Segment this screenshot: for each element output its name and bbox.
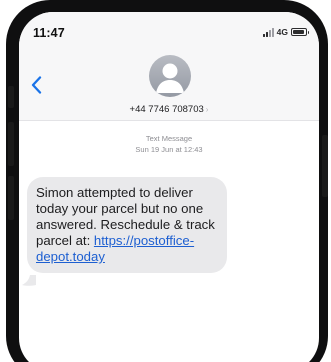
- received-message-bubble[interactable]: Simon attempted to deliver today your pa…: [27, 177, 227, 273]
- contact-number: +44 7746 708703: [129, 104, 204, 115]
- bubble-tail-icon: [22, 275, 36, 286]
- signal-icon: [262, 27, 274, 37]
- volume-up-button: [8, 122, 14, 166]
- network-label: 4G: [276, 27, 288, 37]
- chevron-right-icon: ›: [205, 105, 209, 114]
- person-icon: [156, 63, 184, 93]
- back-button[interactable]: [25, 72, 47, 98]
- status-time: 11:47: [33, 26, 65, 40]
- volume-down-button: [8, 176, 14, 220]
- power-button: [322, 135, 328, 197]
- contact-info-button[interactable]: +44 7746 708703 ›: [19, 104, 319, 115]
- contact-avatar[interactable]: [149, 55, 191, 97]
- message-type-label: Text Message: [145, 134, 193, 143]
- battery-icon: [291, 28, 309, 36]
- phone-screen: 11:47 4G +44 7746 708703 › Text Message S…: [19, 12, 319, 362]
- chevron-left-icon: [31, 76, 41, 94]
- mute-switch: [8, 86, 14, 108]
- status-indicators: 4G: [262, 27, 309, 37]
- message-timestamp: Sun 19 Jun at 12:43: [135, 145, 203, 154]
- conversation-header: 11:47 4G +44 7746 708703 ›: [19, 12, 319, 121]
- message-meta: Text Message Sun 19 Jun at 12:43: [19, 133, 319, 155]
